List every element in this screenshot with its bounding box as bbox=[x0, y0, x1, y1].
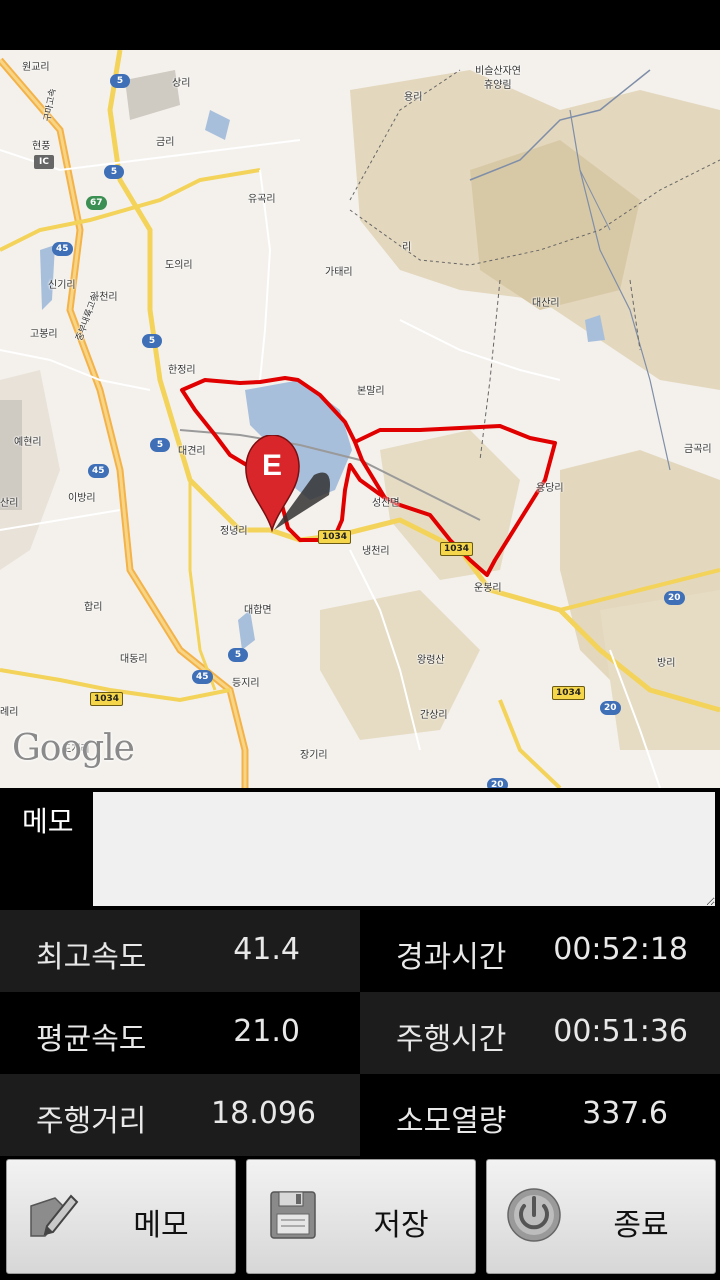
stat-max-speed: 최고속도 41.4 bbox=[0, 910, 360, 992]
map-label: 용리 bbox=[404, 92, 423, 103]
route-badge: 5 bbox=[228, 648, 248, 662]
map-view[interactable]: 원교리 현풍 상리 금리 유곡리 도의리 가태리 용리 비슬산자연 휴양림 대산… bbox=[0, 50, 720, 788]
ic-badge: IC bbox=[34, 155, 54, 169]
map-label: 운봉리 bbox=[474, 583, 502, 594]
map-label: 예현리 bbox=[14, 437, 42, 448]
stat-value: 00:51:36 bbox=[553, 1014, 688, 1049]
stat-value: 337.6 bbox=[582, 1096, 668, 1131]
map-label: 방리 bbox=[657, 658, 676, 669]
stat-value: 21.0 bbox=[233, 1014, 300, 1049]
map-label: 산리 bbox=[0, 498, 19, 509]
stat-calories: 소모열량 337.6 bbox=[360, 1074, 720, 1156]
map-label: 원교리 bbox=[22, 62, 50, 73]
stat-elapsed-time: 경과시간 00:52:18 bbox=[360, 910, 720, 992]
power-icon bbox=[505, 1186, 563, 1244]
stat-label: 최고속도 bbox=[36, 940, 147, 975]
stat-label: 평균속도 bbox=[36, 1022, 147, 1057]
stat-label: 주행거리 bbox=[36, 1104, 147, 1139]
map-label: 고봉리 bbox=[30, 329, 58, 340]
route-badge: 5 bbox=[110, 74, 130, 88]
route-badge: 45 bbox=[192, 670, 213, 684]
map-label: 용당리 bbox=[536, 483, 564, 494]
memo-edit-icon bbox=[25, 1186, 83, 1244]
stat-label: 경과시간 bbox=[396, 940, 507, 975]
map-label: 현풍 bbox=[32, 141, 51, 152]
route-badge: 67 bbox=[86, 196, 107, 210]
route-badge: 1034 bbox=[440, 542, 474, 556]
stat-value: 41.4 bbox=[233, 932, 300, 967]
map-label: 비슬산자연 bbox=[475, 66, 521, 77]
map-label: 상리 bbox=[172, 78, 191, 89]
map-label: 신기리 bbox=[48, 280, 76, 291]
google-logo: Google bbox=[12, 728, 135, 769]
map-label: 대합면 bbox=[244, 605, 272, 616]
memo-button-label: 메모 bbox=[133, 1208, 189, 1243]
map-label: 금곡리 bbox=[684, 444, 712, 455]
memo-input[interactable] bbox=[93, 792, 715, 906]
map-label: 례리 bbox=[0, 707, 19, 718]
stat-riding-time: 주행시간 00:51:36 bbox=[360, 992, 720, 1074]
stats-grid: 최고속도 41.4 경과시간 00:52:18 평균속도 21.0 주행시간 0… bbox=[0, 910, 720, 1156]
map-label: 본말리 bbox=[357, 386, 385, 397]
map-label: 리 bbox=[402, 242, 412, 253]
map-label: 냉천리 bbox=[362, 546, 390, 557]
map-label: 휴양림 bbox=[484, 80, 512, 91]
map-label: 장기리 bbox=[300, 750, 328, 761]
stat-value: 00:52:18 bbox=[553, 932, 688, 967]
marker-letter: E bbox=[262, 449, 282, 482]
route-badge: 20 bbox=[487, 778, 508, 788]
route-badge: 1034 bbox=[552, 686, 586, 700]
route-badge: 5 bbox=[104, 165, 124, 179]
map-label: 성산면 bbox=[372, 498, 400, 509]
route-badge: 20 bbox=[664, 591, 685, 605]
map-label: 간상리 bbox=[420, 710, 448, 721]
route-badge: 5 bbox=[142, 334, 162, 348]
memo-section: 메모 bbox=[0, 788, 720, 910]
exit-button[interactable]: 종료 bbox=[486, 1159, 716, 1274]
route-badge: 45 bbox=[88, 464, 109, 478]
stat-label: 소모열량 bbox=[396, 1104, 507, 1139]
route-badge: 5 bbox=[150, 438, 170, 452]
floppy-disk-icon bbox=[265, 1186, 323, 1244]
map-label: 도의리 bbox=[165, 260, 193, 271]
map-terrain bbox=[0, 50, 720, 788]
map-label: 이방리 bbox=[68, 493, 96, 504]
route-badge: 1034 bbox=[90, 692, 124, 706]
status-bar bbox=[0, 0, 720, 50]
map-label: 유곡리 bbox=[248, 194, 276, 205]
memo-label: 메모 bbox=[22, 805, 74, 838]
route-badge: 20 bbox=[600, 701, 621, 715]
stat-avg-speed: 평균속도 21.0 bbox=[0, 992, 360, 1074]
map-label: 대산리 bbox=[532, 298, 560, 309]
button-bar: 메모 저장 종료 bbox=[0, 1156, 720, 1280]
map-label: 합리 bbox=[84, 602, 103, 613]
stat-value: 18.096 bbox=[211, 1096, 316, 1131]
map-label: 금리 bbox=[156, 137, 175, 148]
map-label: 대견리 bbox=[178, 446, 206, 457]
end-marker[interactable]: E bbox=[244, 435, 330, 535]
map-label: 등지리 bbox=[232, 678, 260, 689]
map-label: 왕령산 bbox=[417, 655, 445, 666]
stat-label: 주행시간 bbox=[396, 1022, 507, 1057]
map-label: 한정리 bbox=[168, 365, 196, 376]
exit-button-label: 종료 bbox=[613, 1208, 669, 1243]
map-label: 대동리 bbox=[120, 654, 148, 665]
memo-button[interactable]: 메모 bbox=[6, 1159, 236, 1274]
save-button[interactable]: 저장 bbox=[246, 1159, 476, 1274]
map-label: 가태리 bbox=[325, 267, 353, 278]
save-button-label: 저장 bbox=[373, 1208, 429, 1243]
stat-distance: 주행거리 18.096 bbox=[0, 1074, 360, 1156]
route-badge: 45 bbox=[52, 242, 73, 256]
